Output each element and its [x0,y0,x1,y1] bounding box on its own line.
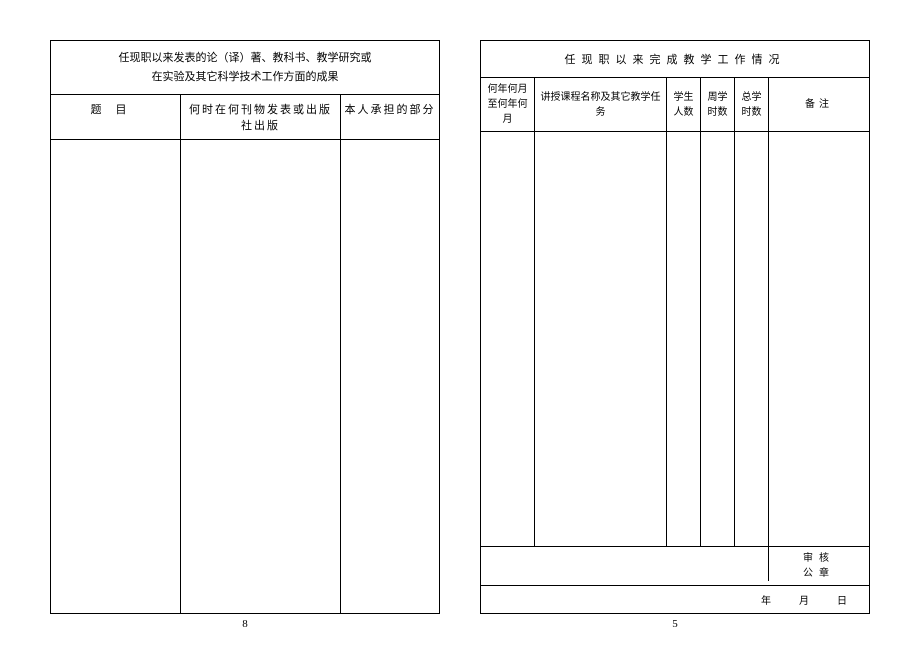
page-right: 任现职以来完成教学工作情况 何年何月至何年何月 讲授课程名称及其它教学任务 学生… [480,40,870,630]
left-title-block: 任现职以来发表的论（译）著、教科书、教学研究或 在实验及其它科学技术工作方面的成… [51,41,439,95]
right-footer-date-row: 年 月 日 [481,585,869,613]
left-title-line2: 在实验及其它科学技术工作方面的成果 [61,68,429,87]
left-header-publication: 何时在何刊物发表或出版社出版 [181,95,341,139]
right-body-col3 [667,132,701,546]
left-table: 任现职以来发表的论（译）著、教科书、教学研究或 在实验及其它科学技术工作方面的成… [50,40,440,614]
right-header-weekly-hours: 周学时数 [701,78,735,131]
right-table: 任现职以来完成教学工作情况 何年何月至何年何月 讲授课程名称及其它教学任务 学生… [480,40,870,614]
right-body-col5 [735,132,769,546]
left-page-number: 8 [50,618,440,630]
date-year-label: 年 [761,592,773,607]
right-header-course: 讲授课程名称及其它教学任务 [535,78,667,131]
right-header-period: 何年何月至何年何月 [481,78,535,131]
right-footer-seal-row: 审核 公章 [481,546,869,585]
right-title: 任现职以来完成教学工作情况 [481,41,869,78]
left-header-topic: 题目 [51,95,181,139]
page-left: 任现职以来发表的论（译）著、教科书、教学研究或 在实验及其它科学技术工作方面的成… [50,40,440,630]
right-page-number: 5 [480,618,870,630]
seal-line1: 审核 [771,551,867,566]
left-body-area [51,140,439,613]
left-header-contribution: 本人承担的部分 [341,95,439,139]
left-body-col1 [51,140,181,613]
date-month-label: 月 [799,592,811,607]
date-day-label: 日 [837,592,849,607]
left-headers-row: 题目 何时在何刊物发表或出版社出版 本人承担的部分 [51,95,439,140]
right-body-col2 [535,132,667,546]
right-header-students: 学生人数 [667,78,701,131]
right-header-remark: 备注 [769,78,869,131]
right-header-total-hours: 总学时数 [735,78,769,131]
right-headers-row: 何年何月至何年何月 讲授课程名称及其它教学任务 学生人数 周学时数 总学时数 备… [481,78,869,132]
right-footer-blank [481,547,769,581]
left-body-col2 [181,140,341,613]
seal-line2: 公章 [771,566,867,581]
right-body-col1 [481,132,535,546]
right-body-col6 [769,132,869,546]
left-title-line1: 任现职以来发表的论（译）著、教科书、教学研究或 [61,49,429,68]
right-body-area [481,132,869,546]
right-body-col4 [701,132,735,546]
left-body-col3 [341,140,439,613]
right-footer-seal-text: 审核 公章 [769,547,869,585]
